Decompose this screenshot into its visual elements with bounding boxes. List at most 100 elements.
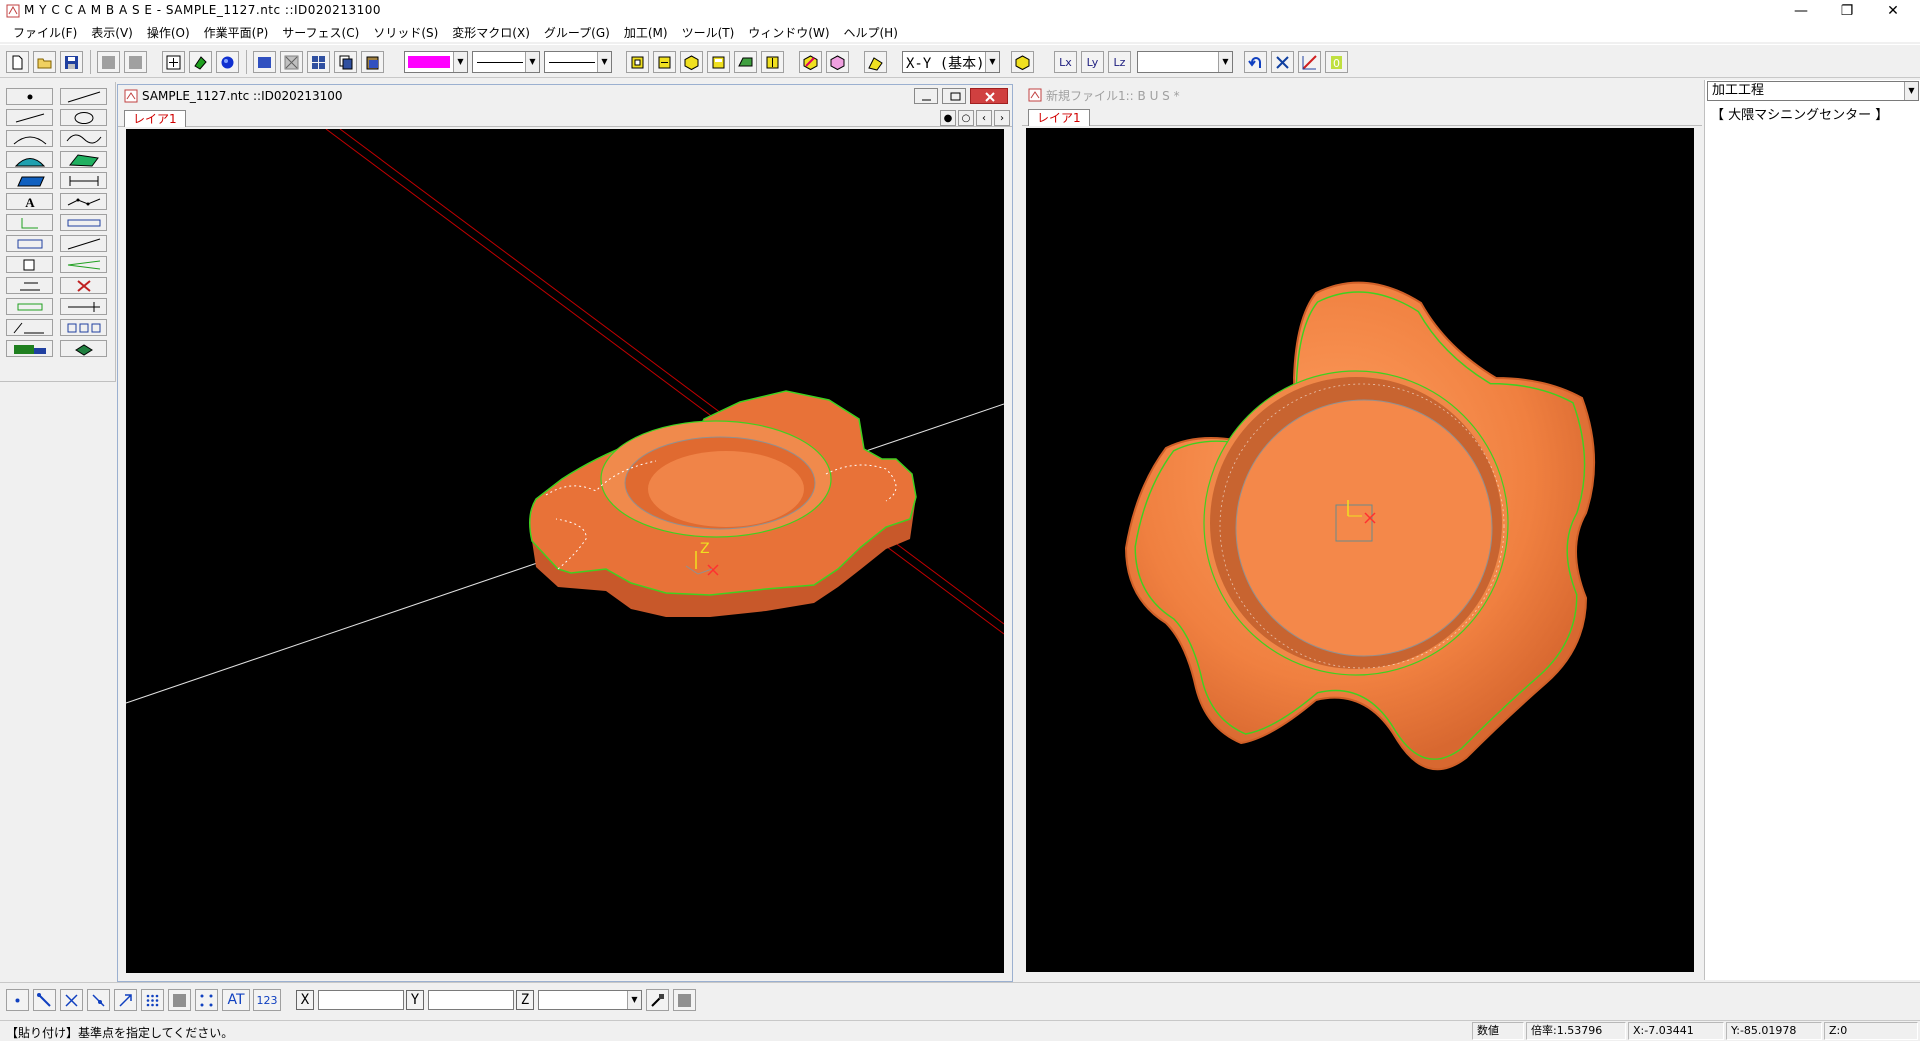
rotate-view-button[interactable]: [799, 51, 822, 73]
line2-tool[interactable]: [6, 109, 53, 126]
circle-tool[interactable]: [60, 109, 107, 126]
frame-tool[interactable]: [6, 235, 53, 252]
hollow-dot-button[interactable]: ○: [958, 110, 974, 126]
zoom-fit-button[interactable]: [162, 51, 185, 73]
minimize-button[interactable]: —: [1778, 0, 1824, 22]
menu-window[interactable]: ウィンドウ(W): [741, 24, 836, 41]
right-3d-viewport[interactable]: [1026, 128, 1694, 972]
menu-view[interactable]: 表示(V): [84, 24, 140, 41]
y-coord-input[interactable]: [428, 990, 514, 1010]
menu-help[interactable]: ヘルプ(H): [837, 24, 905, 41]
offset-tool[interactable]: [6, 298, 53, 315]
layer-tab[interactable]: レイア1: [1028, 109, 1090, 126]
axis-lx-button[interactable]: Lx: [1054, 51, 1077, 73]
snap-points-button[interactable]: [195, 989, 218, 1011]
array-tool[interactable]: [60, 319, 107, 336]
delete-button[interactable]: [1271, 51, 1294, 73]
plane-combo[interactable]: X-Y (基本) ▼: [902, 51, 1000, 73]
polyline-tool[interactable]: [60, 193, 107, 210]
dimension-tool[interactable]: [60, 172, 107, 189]
surface-tool[interactable]: [6, 151, 53, 168]
measure-button[interactable]: [1298, 51, 1321, 73]
snap-center-button[interactable]: [114, 989, 137, 1011]
pan-view-button[interactable]: [826, 51, 849, 73]
trim-tool[interactable]: [60, 235, 107, 252]
chamfer-tool[interactable]: [6, 319, 53, 336]
layer-tool[interactable]: [60, 340, 107, 357]
undo-button[interactable]: [1244, 51, 1267, 73]
menu-file[interactable]: ファイル(F): [6, 24, 84, 41]
grid-button[interactable]: [307, 51, 330, 73]
arc-tool[interactable]: [6, 130, 53, 147]
maximize-button[interactable]: ❐: [1824, 0, 1870, 22]
line-width-combo[interactable]: ▼: [544, 51, 612, 73]
extend-tool[interactable]: [60, 256, 107, 273]
paint-button[interactable]: [189, 51, 212, 73]
snap-point-button[interactable]: [6, 989, 29, 1011]
snap-numeric-button[interactable]: 123: [253, 989, 281, 1011]
snap-grid-button[interactable]: [141, 989, 164, 1011]
menu-solid[interactable]: ソリッド(S): [366, 24, 445, 41]
copy-button[interactable]: [334, 51, 357, 73]
snap-nearest-button[interactable]: [87, 989, 110, 1011]
break-tool[interactable]: [60, 298, 107, 315]
spline-tool[interactable]: [60, 130, 107, 147]
snap-intersect-button[interactable]: [60, 989, 83, 1011]
plane-set-button[interactable]: [1011, 51, 1034, 73]
layer-tab[interactable]: レイア1: [124, 110, 186, 127]
snap-endpoint-button[interactable]: [33, 989, 56, 1011]
surface2-tool[interactable]: [60, 151, 107, 168]
snap-at-button[interactable]: AT: [222, 989, 250, 1011]
line-tool[interactable]: [60, 88, 107, 105]
axis-ly-button[interactable]: Ly: [1081, 51, 1104, 73]
view-cube-front-button[interactable]: [626, 51, 649, 73]
view-shade-button[interactable]: [734, 51, 757, 73]
solid-tool[interactable]: [6, 172, 53, 189]
copy-tool[interactable]: [6, 256, 53, 273]
layer-button[interactable]: [253, 51, 276, 73]
menu-work-plane[interactable]: 作業平面(P): [197, 24, 276, 41]
line-type-combo[interactable]: ▼: [472, 51, 540, 73]
zero-button[interactable]: 0: [1325, 51, 1348, 73]
child-minimize-button[interactable]: [914, 88, 938, 104]
gray-button-2[interactable]: [124, 51, 147, 73]
menu-surface[interactable]: サーフェス(C): [275, 24, 366, 41]
next-layer-button[interactable]: ›: [994, 110, 1010, 126]
edit-tool[interactable]: [6, 277, 53, 294]
color-combo[interactable]: ▼: [404, 51, 468, 73]
new-file-button[interactable]: [6, 51, 29, 73]
machining-tool[interactable]: [6, 340, 53, 357]
menu-machining[interactable]: 加工(M): [617, 24, 675, 41]
snap-gray-button[interactable]: [168, 989, 191, 1011]
filled-dot-button[interactable]: ●: [940, 110, 956, 126]
machine-item[interactable]: 【 大隈マシニングセンター 】: [1711, 104, 1888, 123]
close-button[interactable]: ✕: [1870, 0, 1916, 22]
pick-button[interactable]: [646, 989, 669, 1011]
x-coord-input[interactable]: [318, 990, 404, 1010]
axis-lz-button[interactable]: Lz: [1108, 51, 1131, 73]
ruler-tool[interactable]: [60, 214, 107, 231]
save-button[interactable]: [60, 51, 83, 73]
coordinate-system-combo[interactable]: ▼: [1137, 51, 1233, 73]
view-iso-button[interactable]: [680, 51, 703, 73]
child-close-button[interactable]: [970, 88, 1008, 104]
view-top-button[interactable]: [707, 51, 730, 73]
text-tool[interactable]: A: [6, 193, 53, 210]
child-restore-button[interactable]: [942, 88, 966, 104]
menu-tools[interactable]: ツール(T): [675, 24, 742, 41]
prev-layer-button[interactable]: ‹: [976, 110, 992, 126]
erase-tool[interactable]: [60, 277, 107, 294]
menu-transform-macro[interactable]: 変形マクロ(X): [445, 24, 537, 41]
view-flat-button[interactable]: [761, 51, 784, 73]
left-3d-viewport[interactable]: Z: [126, 129, 1004, 973]
hide-button[interactable]: [280, 51, 303, 73]
process-dropdown[interactable]: 加工工程 ▼: [1707, 81, 1919, 101]
axis-tool[interactable]: [6, 214, 53, 231]
view-cube-side-button[interactable]: [653, 51, 676, 73]
z-coord-input[interactable]: ▼: [538, 990, 642, 1010]
menu-group[interactable]: グループ(G): [537, 24, 617, 41]
paste-button[interactable]: [361, 51, 384, 73]
open-file-button[interactable]: [33, 51, 56, 73]
work-plane-button[interactable]: [864, 51, 887, 73]
point-tool[interactable]: [6, 88, 53, 105]
